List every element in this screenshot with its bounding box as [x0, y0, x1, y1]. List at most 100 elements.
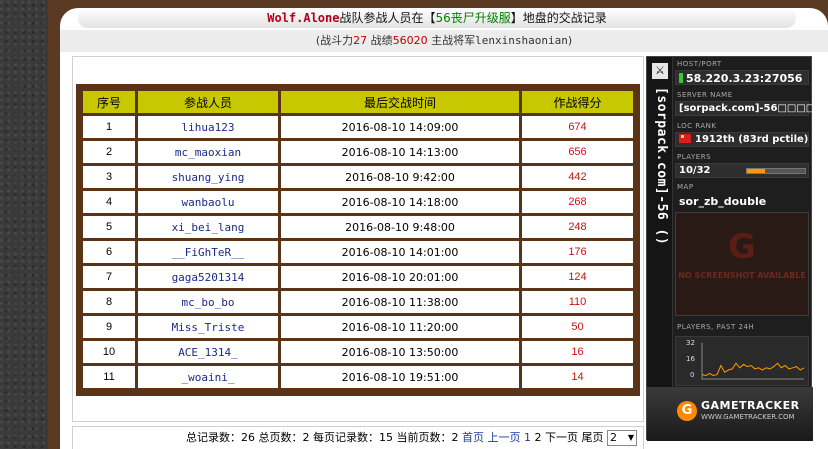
last-battle-time: 2016-08-10 14:18:00 — [281, 191, 519, 213]
table-row: 5 xi_bei_lang 2016-08-10 9:48:00 248 — [83, 216, 633, 238]
last-battle-time: 2016-08-10 19:51:00 — [281, 366, 519, 388]
player-name[interactable]: mc_maoxian — [138, 141, 278, 163]
gametracker-brand: G GAMETRACKER WWW.GAMETRACKER.COM — [647, 387, 813, 441]
banner-vertical-title: [sorpack.com]-56 () — [654, 87, 669, 246]
online-status-icon — [679, 73, 683, 83]
last-battle-time: 2016-08-10 9:48:00 — [281, 216, 519, 238]
table-header-row: 序号 参战人员 最后交战时间 作战得分 — [83, 91, 633, 113]
last-page-label: 尾页 — [581, 431, 604, 444]
page-1-link[interactable]: 1 — [524, 431, 531, 444]
last-battle-time: 2016-08-10 14:09:00 — [281, 116, 519, 138]
last-battle-time: 2016-08-10 13:50:00 — [281, 341, 519, 363]
table-row: 8 mc_bo_bo 2016-08-10 11:38:00 110 — [83, 291, 633, 313]
record-label: 战绩 — [370, 34, 393, 47]
players-value: 10/32 — [679, 165, 711, 176]
next-page-label: 下一页 — [545, 431, 578, 444]
player-name[interactable]: ACE_1314_ — [138, 341, 278, 363]
player-name[interactable]: Miss_Triste — [138, 316, 278, 338]
gametracker-logo-icon: G — [728, 227, 756, 267]
current-page: 当前页数：2 — [396, 431, 459, 444]
row-index: 10 — [83, 341, 135, 363]
total-records: 总记录数：26 — [186, 431, 255, 444]
players-label: PLAYERS — [677, 153, 712, 161]
players-bar — [746, 168, 806, 174]
players-bar-fill — [747, 169, 766, 173]
title-text-2: 】地盘的交战记录 — [510, 11, 607, 25]
brand-url: WWW.GAMETRACKER.COM — [701, 413, 795, 421]
graph-svg — [701, 343, 805, 380]
page-title: Wolf.Alone战队参战人员在【56丧尸升级服】地盘的交战记录 — [78, 8, 796, 28]
host-value: 58.220.3.23:27056 — [686, 72, 803, 85]
records-table-wrap: 序号 参战人员 最后交战时间 作战得分 1 lihua123 2016-08-10 … — [76, 84, 640, 396]
last-battle-time: 2016-08-10 14:13:00 — [281, 141, 519, 163]
row-index: 8 — [83, 291, 135, 313]
players-box: 10/32 — [675, 163, 809, 178]
row-index: 4 — [83, 191, 135, 213]
last-battle-time: 2016-08-10 14:01:00 — [281, 241, 519, 263]
battle-score: 110 — [522, 291, 633, 313]
row-index: 5 — [83, 216, 135, 238]
game-icon: ⚔ — [652, 63, 668, 79]
table-row: 3 shuang_ying 2016-08-10 9:42:00 442 — [83, 166, 633, 188]
player-name[interactable]: __FiGhTeR__ — [138, 241, 278, 263]
no-screenshot-text: NO SCREENSHOT AVAILABLE — [678, 271, 806, 280]
player-name[interactable]: xi_bei_lang — [138, 216, 278, 238]
row-index: 2 — [83, 141, 135, 163]
host-label: HOST/PORT — [677, 60, 722, 68]
per-page: 每页记录数：15 — [313, 431, 393, 444]
player-name[interactable]: gaga5201314 — [138, 266, 278, 288]
power-label: (战斗力 — [315, 34, 354, 47]
rank-label: LOC RANK — [677, 122, 717, 130]
records-body: 1 lihua123 2016-08-10 14:09:00 6 7 4 2 mc_maoxi… — [83, 116, 633, 388]
table-row: 11 _woaini_ 2016-08-10 19:51:00 14 — [83, 366, 633, 388]
banner-side: ⚔ [sorpack.com]-56 () — [647, 57, 673, 441]
battle-score: 16 — [522, 341, 633, 363]
battle-score: 656 — [522, 141, 633, 163]
row-index: 7 — [83, 266, 135, 288]
battle-score: 248 — [522, 216, 633, 238]
server-value: [sorpack.com]-56□□□□ — [679, 103, 816, 114]
map-value: sor_zb_double — [679, 195, 767, 208]
general-label: 主战将军 — [431, 34, 476, 47]
server-name[interactable]: 56丧尸升级服 — [435, 11, 510, 25]
battle-score: 14 — [522, 366, 633, 388]
power-value: 27 — [353, 34, 368, 47]
player-name[interactable]: mc_bo_bo — [138, 291, 278, 313]
column-header-player: 参战人员 — [138, 91, 278, 113]
player-name[interactable]: shuang_ying — [138, 166, 278, 188]
gametracker-banner[interactable]: ⚔ [sorpack.com]-56 () HOST/PORT 58.220.3… — [646, 56, 816, 441]
page-2-current: 2 — [534, 431, 542, 444]
row-index: 1 — [83, 116, 135, 138]
close-paren: ) — [567, 34, 573, 47]
prev-page-link[interactable]: 上一页 — [488, 431, 521, 444]
row-index: 9 — [83, 316, 135, 338]
china-flag-icon — [679, 134, 691, 143]
title-text-1: 战队参战人员在【 — [339, 11, 436, 25]
page-select[interactable]: 2 ▼ — [607, 430, 637, 446]
row-index: 6 — [83, 241, 135, 263]
player-name[interactable]: wanbaolu — [138, 191, 278, 213]
table-row: 10 ACE_1314_ 2016-08-10 13:50:00 16 — [83, 341, 633, 363]
column-header-index: 序号 — [83, 91, 135, 113]
table-row: 9 Miss_Triste 2016-08-10 11:20:00 50 — [83, 316, 633, 338]
gametracker-g-icon: G — [677, 401, 697, 421]
player-name[interactable]: _woaini_ — [138, 366, 278, 388]
total-pages: 总页数：2 — [258, 431, 310, 444]
table-row: 7 gaga5201314 2016-08-10 20:01:00 124 — [83, 266, 633, 288]
record-value: 56020 — [392, 34, 428, 47]
map-label: MAP — [677, 183, 694, 191]
player-name[interactable]: lihua123 — [138, 116, 278, 138]
pagination: 总记录数：26 总页数：2 每页记录数：15 当前页数：2 首页 上一页 1 2… — [72, 426, 644, 449]
general-value[interactable]: lenxinshaonian — [475, 34, 568, 47]
first-page-link[interactable]: 首页 — [462, 431, 484, 444]
table-row: 4 wanbaolu 2016-08-10 14:18:00 268 — [83, 191, 633, 213]
table-row: 2 mc_maoxian 2016-08-10 14:13:00 656 — [83, 141, 633, 163]
last-battle-time: 2016-08-10 9:42:00 — [281, 166, 519, 188]
team-name[interactable]: Wolf.Alone — [267, 11, 339, 25]
chevron-down-icon: ▼ — [627, 433, 634, 442]
brand-name: GAMETRACKER — [701, 399, 800, 412]
records-table: 序号 参战人员 最后交战时间 作战得分 1 lihua123 2016-08-10 … — [80, 88, 636, 391]
rank-value: 1912th (83rd pctile) — [695, 134, 809, 145]
last-battle-time: 2016-08-10 11:20:00 — [281, 316, 519, 338]
battle-score: 124 — [522, 266, 633, 288]
